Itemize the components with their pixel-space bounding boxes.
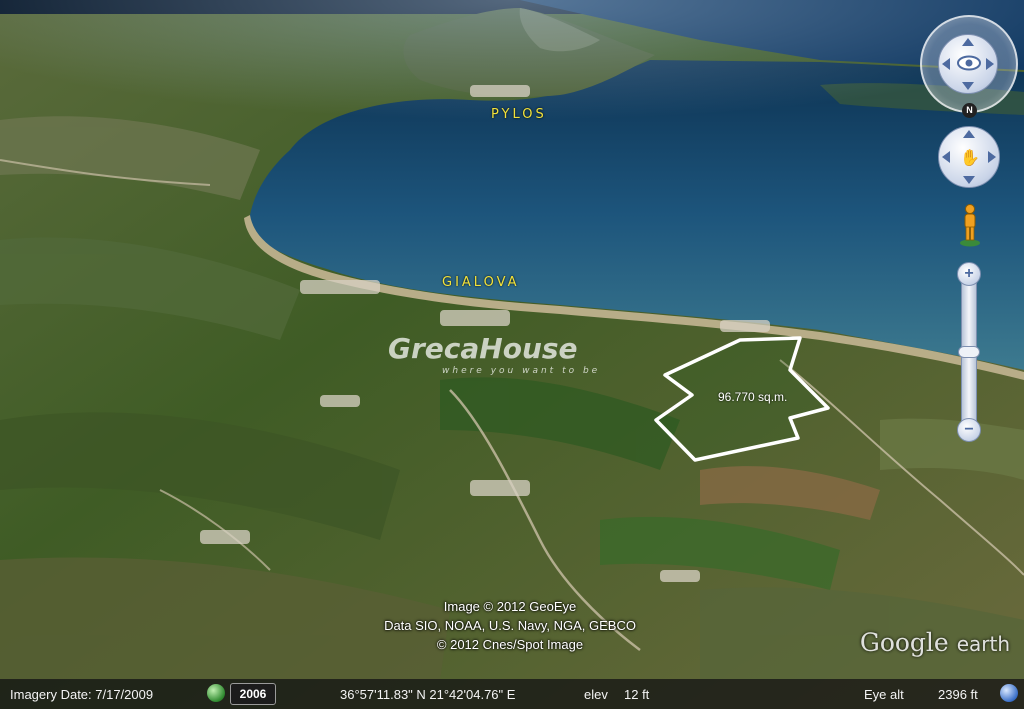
historical-imagery-clock-icon[interactable] [207,684,225,702]
look-arrows-icon [942,38,994,90]
streaming-globe-icon [1000,684,1018,702]
place-label-pylos: PYLOS [491,107,547,122]
watermark-tagline: where you want to be [442,366,601,376]
logo-earth: earth [956,632,1010,656]
status-bar: Imagery Date: 7/17/2009 2006 36°57'11.83… [0,679,1024,709]
zoom-out-button[interactable]: − [957,418,981,442]
place-label-gialova: GIALOVA [442,275,520,290]
parcel-area-label: 96.770 sq.m. [718,390,788,404]
map-viewport[interactable]: PYLOS GIALOVA GrecaHouse where you want … [0,0,1024,709]
credit-line: Data SIO, NOAA, U.S. Navy, NGA, GEBCO [384,618,636,633]
zoom-in-button[interactable]: + [957,262,981,286]
coordinates-readout: 36°57'11.83" N 21°42'04.76" E [340,687,516,702]
google-earth-logo: Google earth [860,628,1010,657]
watermark-brand: GrecaHouse [388,332,578,365]
imagery-credits: Image © 2012 GeoEye Data SIO, NOAA, U.S.… [300,597,720,654]
historical-imagery-year-button[interactable]: 2006 [230,683,276,705]
street-view-pegman-icon[interactable] [958,203,982,247]
credit-line: Image © 2012 GeoEye [443,599,577,614]
eye-alt-label: Eye alt [864,687,904,702]
credit-line: © 2012 Cnes/Spot Image [436,637,584,652]
logo-google: Google [859,628,949,657]
imagery-date: Imagery Date: 7/17/2009 [10,687,154,702]
elevation-value: 12 ft [624,687,650,702]
hand-icon: ✋ [960,150,980,167]
zoom-slider-thumb[interactable] [958,346,980,358]
elevation-label: elev [584,687,608,702]
eye-alt-value: 2396 ft [938,687,978,702]
north-indicator[interactable]: N [962,103,977,118]
